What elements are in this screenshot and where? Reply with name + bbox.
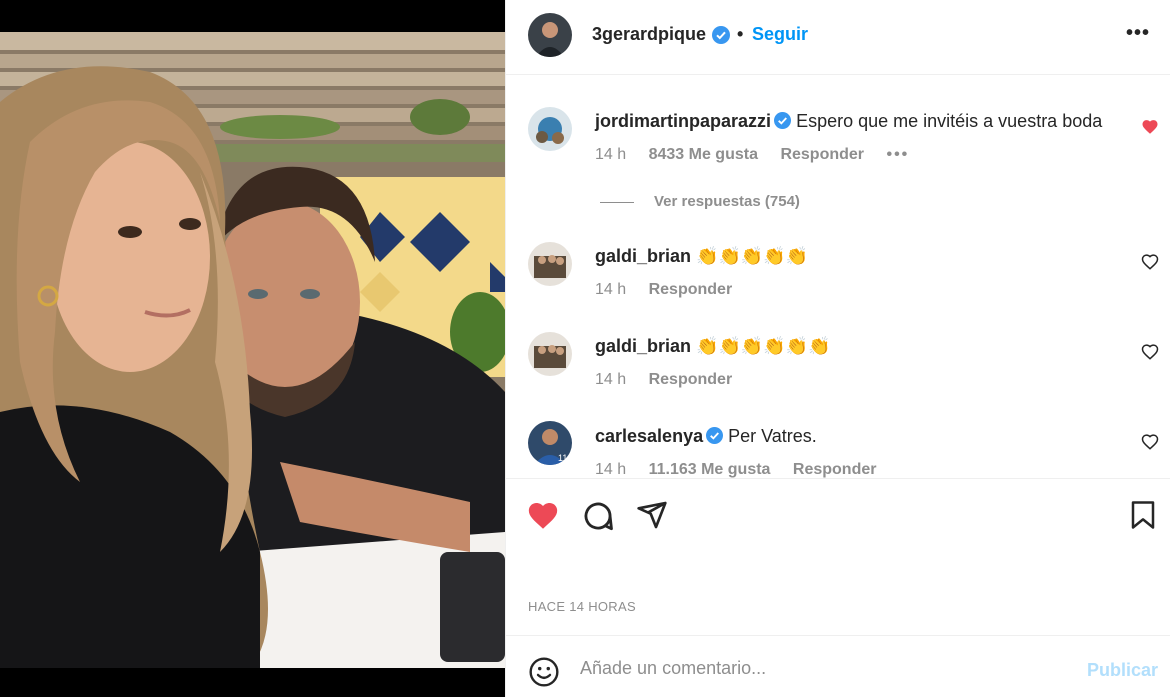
add-comment-bar: Publicar xyxy=(506,635,1170,697)
heart-filled-icon[interactable] xyxy=(1141,118,1159,136)
verified-badge-icon xyxy=(712,26,730,49)
publish-button[interactable]: Publicar xyxy=(1087,660,1158,681)
commenter-avatar[interactable] xyxy=(528,332,572,376)
comment-username[interactable]: carlesalenya xyxy=(595,426,703,446)
commenter-avatar[interactable] xyxy=(528,242,572,286)
replies-divider xyxy=(600,201,634,203)
comments-list[interactable]: jordimartinpaparazzi Espero que me invit… xyxy=(506,76,1170,478)
author-avatar[interactable] xyxy=(528,13,572,57)
view-replies-label[interactable]: Ver respuestas (754) xyxy=(654,193,800,210)
comment-text: 👏👏👏👏👏 xyxy=(696,246,809,267)
comment-text: Per Vatres. xyxy=(728,426,817,446)
separator-dot: • xyxy=(737,24,744,44)
post-timestamp[interactable]: HACE 14 HORAS xyxy=(528,599,636,614)
comment-username[interactable]: galdi_brian xyxy=(595,246,691,266)
comment-text: Espero que me invitéis a vuestra boda xyxy=(796,111,1103,131)
comment-icon[interactable] xyxy=(581,499,615,538)
heart-filled-icon[interactable] xyxy=(526,499,560,538)
emoji-icon[interactable] xyxy=(528,656,560,693)
reply-button[interactable]: Responder xyxy=(649,371,733,388)
comment-likes[interactable]: 8433 Me gusta xyxy=(649,146,758,163)
heart-outline-icon[interactable] xyxy=(1141,433,1159,451)
photo-couple-selfie xyxy=(0,32,505,668)
author-username[interactable]: 3gerardpique xyxy=(592,24,706,45)
post-actions: HACE 14 HORAS xyxy=(506,478,1170,635)
reply-button[interactable]: Responder xyxy=(793,461,877,478)
reply-button[interactable]: Responder xyxy=(649,281,733,298)
comment-time[interactable]: 14 h xyxy=(595,281,626,298)
comment-text: 👏👏👏👏👏👏 xyxy=(696,336,831,357)
instagram-post: 3gerardpique • Seguir ••• jordimartinpap… xyxy=(0,0,1170,697)
heart-outline-icon[interactable] xyxy=(1141,343,1159,361)
comment-time[interactable]: 14 h xyxy=(595,371,626,388)
commenter-avatar[interactable] xyxy=(528,107,572,151)
reply-button[interactable]: Responder xyxy=(780,146,864,163)
verified-badge-icon xyxy=(774,112,792,134)
svg-text:11: 11 xyxy=(558,453,567,463)
post-photo xyxy=(0,0,505,697)
post-side-panel: 3gerardpique • Seguir ••• jordimartinpap… xyxy=(505,0,1170,697)
comment-username[interactable]: galdi_brian xyxy=(595,336,691,356)
follow-button[interactable]: Seguir xyxy=(752,24,808,45)
post-header: 3gerardpique • Seguir ••• xyxy=(506,0,1170,75)
bookmark-icon[interactable] xyxy=(1128,499,1158,536)
more-horizontal-icon[interactable]: ••• xyxy=(1126,22,1150,45)
share-icon[interactable] xyxy=(636,499,668,536)
view-replies-button[interactable]: Ver respuestas (754) xyxy=(600,193,800,210)
comment-time[interactable]: 14 h xyxy=(595,146,626,163)
comment-options-icon[interactable]: ••• xyxy=(886,146,909,163)
comment-time[interactable]: 14 h xyxy=(595,461,626,478)
verified-badge-icon xyxy=(706,427,724,449)
commenter-avatar[interactable]: 11 xyxy=(528,421,572,465)
heart-outline-icon[interactable] xyxy=(1141,253,1159,271)
comment-input[interactable] xyxy=(580,652,1060,684)
comment-username[interactable]: jordimartinpaparazzi xyxy=(595,111,771,131)
comment-likes[interactable]: 11.163 Me gusta xyxy=(649,461,771,478)
